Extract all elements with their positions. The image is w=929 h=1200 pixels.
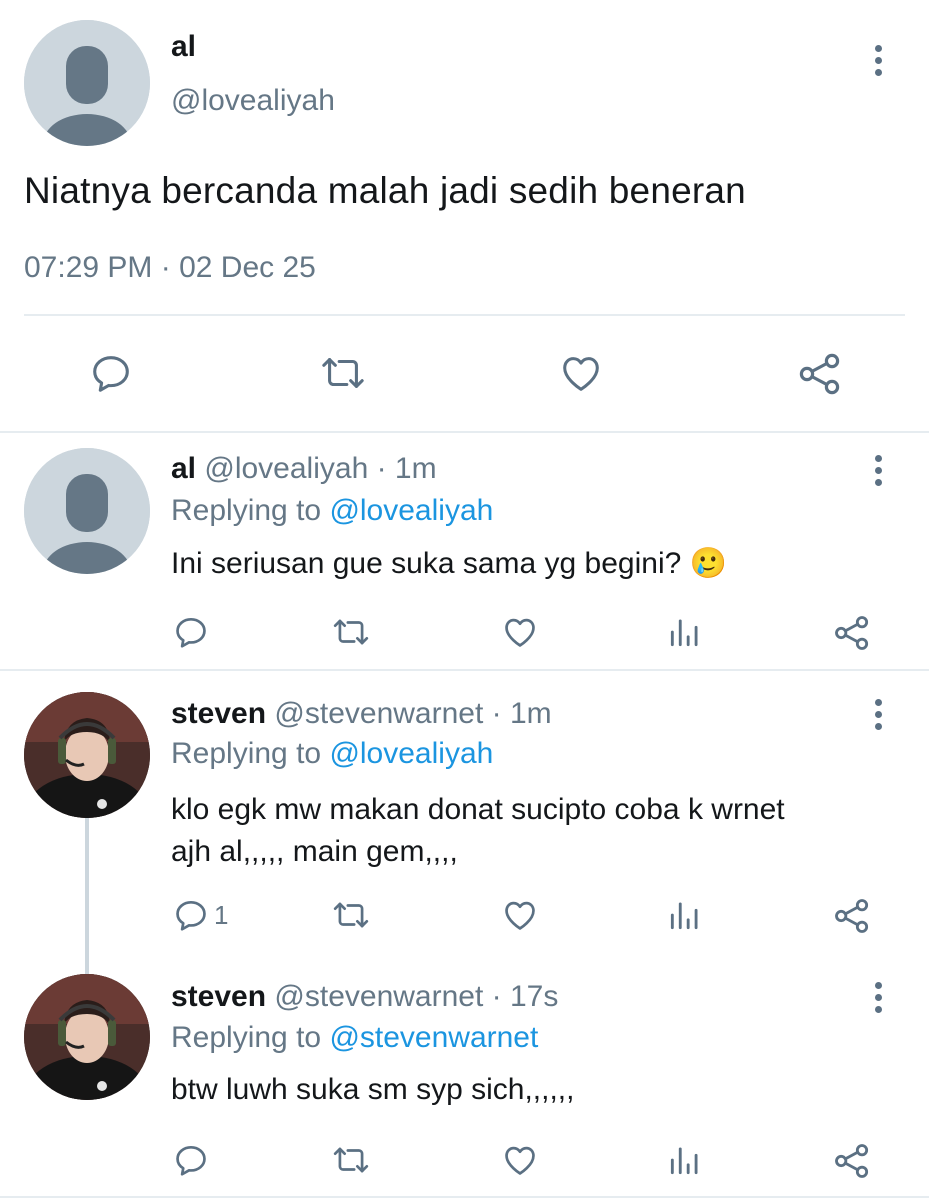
- heart-icon: [505, 1146, 535, 1175]
- section-divider: [0, 1196, 929, 1198]
- reply-icon: [176, 900, 206, 931]
- retweet-button[interactable]: [318, 350, 368, 396]
- thread-connector: [85, 818, 89, 974]
- avatar[interactable]: [24, 692, 150, 818]
- reply-button[interactable]: 1: [172, 896, 228, 934]
- section-divider: [0, 669, 929, 671]
- share-icon: [799, 353, 840, 395]
- reply-header: steven @stevenwarnet · 17s: [171, 980, 558, 1014]
- analytics-icon: [670, 619, 698, 647]
- display-name[interactable]: al: [171, 30, 196, 64]
- reply-icon: [176, 617, 206, 648]
- avatar[interactable]: [24, 20, 150, 146]
- replying-to-link[interactable]: @lovealiyah: [329, 737, 493, 770]
- display-name[interactable]: steven: [171, 980, 266, 1013]
- share-button[interactable]: [832, 613, 872, 653]
- analytics-button[interactable]: [666, 613, 704, 651]
- like-button[interactable]: [500, 1141, 540, 1179]
- reply-time: · 1m: [491, 697, 552, 730]
- share-button[interactable]: [832, 896, 872, 936]
- replying-label: Replying to: [171, 1021, 322, 1054]
- like-button[interactable]: [500, 613, 540, 651]
- analytics-button[interactable]: [666, 1141, 704, 1179]
- like-button[interactable]: [500, 896, 540, 934]
- retweet-icon: [333, 1147, 369, 1173]
- share-icon: [835, 616, 869, 650]
- replying-to-link[interactable]: @stevenwarnet: [329, 1021, 538, 1054]
- reply-header: steven @stevenwarnet · 1m: [171, 697, 552, 731]
- retweet-icon: [333, 619, 369, 645]
- replying-to: Replying to @lovealiyah: [171, 494, 493, 528]
- avatar[interactable]: [24, 974, 150, 1100]
- reply-time: · 17s: [491, 980, 559, 1013]
- default-avatar-icon: [24, 448, 150, 574]
- display-name[interactable]: al: [171, 452, 196, 485]
- retweet-icon: [322, 358, 364, 388]
- profile-photo: [24, 692, 150, 818]
- reply-count: 1: [214, 899, 229, 930]
- heart-icon: [505, 901, 535, 930]
- reply-button[interactable]: [88, 350, 134, 396]
- retweet-button[interactable]: [330, 896, 372, 934]
- reply-time: · 1m: [376, 452, 437, 485]
- reply-header: al @lovealiyah · 1m: [171, 452, 437, 486]
- analytics-icon: [670, 1147, 698, 1175]
- display-name[interactable]: steven: [171, 697, 266, 730]
- reply-button[interactable]: [172, 613, 210, 651]
- section-divider: [0, 431, 929, 433]
- retweet-icon: [333, 902, 369, 928]
- user-handle[interactable]: @lovealiyah: [171, 84, 335, 118]
- replying-label: Replying to: [171, 494, 322, 527]
- replying-to: Replying to @stevenwarnet: [171, 1021, 538, 1055]
- main-divider: [24, 314, 905, 316]
- more-options-icon[interactable]: [866, 450, 890, 490]
- share-icon: [835, 899, 869, 933]
- analytics-button[interactable]: [666, 896, 704, 934]
- reply-icon: [176, 1145, 206, 1176]
- retweet-button[interactable]: [330, 613, 372, 651]
- heart-icon: [505, 618, 535, 647]
- reply-text-line: ajh al,,,,, main gem,,,,: [171, 835, 458, 868]
- share-button[interactable]: [832, 1141, 872, 1181]
- tweet-timestamp: 07:29 PM · 02 Dec 25: [24, 251, 316, 284]
- replying-to-link[interactable]: @lovealiyah: [329, 494, 493, 527]
- heart-icon: [563, 357, 599, 391]
- reply-button[interactable]: [172, 1141, 210, 1179]
- default-avatar-icon: [24, 20, 150, 146]
- more-options-icon[interactable]: [866, 977, 890, 1017]
- like-button[interactable]: [557, 350, 605, 396]
- retweet-button[interactable]: [330, 1141, 372, 1179]
- user-handle[interactable]: @stevenwarnet: [274, 697, 483, 730]
- replying-to: Replying to @lovealiyah: [171, 737, 493, 771]
- user-handle[interactable]: @lovealiyah: [204, 452, 368, 485]
- reply-icon: [93, 356, 129, 392]
- reply-text: klo egk mw makan donat sucipto coba k wr…: [171, 789, 785, 873]
- reply-text: btw luwh suka sm syp sich,,,,,,: [171, 1073, 575, 1106]
- more-options-icon[interactable]: [866, 694, 890, 734]
- replying-label: Replying to: [171, 737, 322, 770]
- share-button[interactable]: [796, 350, 844, 398]
- avatar[interactable]: [24, 448, 150, 574]
- user-handle[interactable]: @stevenwarnet: [274, 980, 483, 1013]
- more-options-icon[interactable]: [866, 40, 890, 80]
- analytics-icon: [670, 902, 698, 930]
- share-icon: [835, 1144, 869, 1178]
- reply-text: Ini seriusan gue suka sama yg begini? 🥲: [171, 547, 727, 580]
- tweet-text: Niatnya bercanda malah jadi sedih benera…: [24, 170, 746, 211]
- reply-text-line: klo egk mw makan donat sucipto coba k wr…: [171, 793, 785, 826]
- profile-photo: [24, 974, 150, 1100]
